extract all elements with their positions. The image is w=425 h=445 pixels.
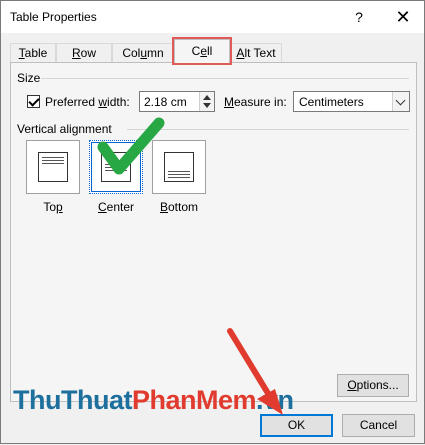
tab-column[interactable]: Column xyxy=(112,43,174,63)
stepper-arrows[interactable] xyxy=(199,92,214,111)
tab-highlight-box xyxy=(172,37,232,65)
align-top-icon xyxy=(38,152,68,182)
tab-table[interactable]: Table xyxy=(10,43,56,63)
chevron-down-icon[interactable] xyxy=(392,92,409,111)
watermark-logo: ThuThuatPhanMem.vn xyxy=(13,385,294,415)
options-button[interactable]: Options... xyxy=(337,374,409,397)
measure-in-label: Measure in: xyxy=(224,95,287,109)
measure-in-value: Centimeters xyxy=(299,95,364,109)
size-group-divider xyxy=(41,78,409,79)
help-button[interactable]: ? xyxy=(347,5,371,29)
cell-tab-panel: Size Preferred width: 2.18 cm Measure in… xyxy=(10,62,417,402)
vertical-alignment-label: Vertical alignment xyxy=(17,122,112,136)
vertical-alignment-divider xyxy=(127,129,409,130)
ok-button[interactable]: OK xyxy=(260,414,333,437)
size-group-label: Size xyxy=(17,71,41,85)
align-top-button[interactable] xyxy=(26,140,80,194)
dialog-title: Table Properties xyxy=(10,10,97,24)
title-bar: Table Properties ? ✕ xyxy=(1,1,424,33)
table-properties-dialog: Table Properties ? ✕ Table Row Column Ce… xyxy=(0,0,425,444)
align-center-label: Center xyxy=(97,200,135,214)
measure-in-select[interactable]: Centimeters xyxy=(293,91,410,112)
align-center-icon xyxy=(101,152,131,182)
preferred-width-stepper[interactable]: 2.18 cm xyxy=(139,91,215,112)
stepper-down-icon[interactable] xyxy=(203,103,211,108)
align-top-label: Top xyxy=(43,200,63,214)
align-bottom-button[interactable] xyxy=(152,140,206,194)
close-button[interactable]: ✕ xyxy=(385,3,421,31)
preferred-width-label: Preferred width: xyxy=(45,95,130,109)
preferred-width-value: 2.18 cm xyxy=(144,95,187,109)
align-bottom-icon xyxy=(164,152,194,182)
cancel-button[interactable]: Cancel xyxy=(342,414,415,437)
tab-alt-text[interactable]: Alt Text xyxy=(230,43,282,63)
tab-row[interactable]: Row xyxy=(56,43,112,63)
preferred-width-checkbox[interactable] xyxy=(27,95,40,108)
stepper-up-icon[interactable] xyxy=(203,95,211,100)
tab-cell[interactable]: Cell xyxy=(172,37,232,65)
align-center-button[interactable] xyxy=(89,140,143,194)
align-bottom-label: Bottom xyxy=(159,200,199,214)
